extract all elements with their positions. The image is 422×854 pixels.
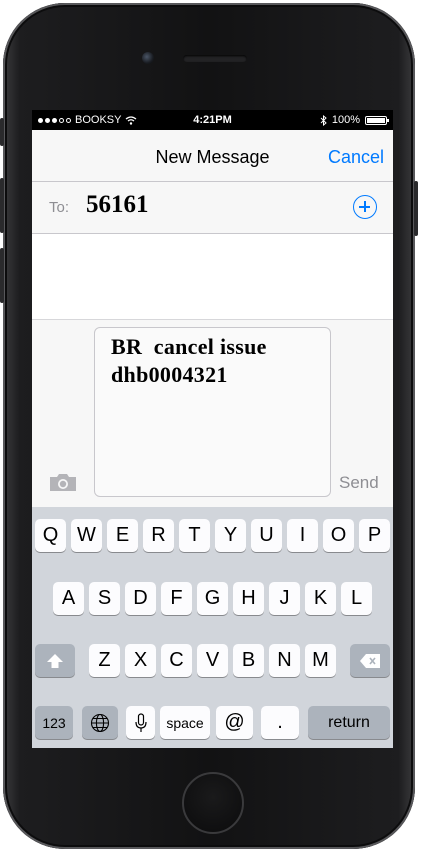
message-input[interactable]: BR cancel issue dhb0004321 <box>94 327 331 497</box>
at-key[interactable]: @ <box>216 706 253 739</box>
recipient-label: To: <box>49 199 70 216</box>
key-o[interactable]: O <box>323 519 354 552</box>
key-l[interactable]: L <box>341 582 372 615</box>
globe-key[interactable] <box>82 706 118 739</box>
key-c[interactable]: C <box>161 644 192 677</box>
battery-icon <box>365 115 389 125</box>
status-right: 100% <box>320 114 389 126</box>
battery-fill <box>367 117 385 123</box>
key-x[interactable]: X <box>125 644 156 677</box>
volume-down-button <box>0 248 4 303</box>
key-a[interactable]: A <box>53 582 84 615</box>
key-h[interactable]: H <box>233 582 264 615</box>
key-p[interactable]: P <box>359 519 390 552</box>
camera-icon[interactable] <box>48 472 78 492</box>
key-i[interactable]: I <box>287 519 318 552</box>
key-d[interactable]: D <box>125 582 156 615</box>
delete-icon <box>360 653 380 668</box>
key-w[interactable]: W <box>71 519 102 552</box>
delete-key[interactable] <box>350 644 390 677</box>
key-e[interactable]: E <box>107 519 138 552</box>
space-key[interactable]: space <box>160 706 210 739</box>
recipient-field[interactable]: 56161 <box>86 191 149 219</box>
earpiece-speaker <box>183 55 247 62</box>
message-thread <box>32 234 393 319</box>
plus-circle-icon[interactable] <box>353 195 377 219</box>
key-k[interactable]: K <box>305 582 336 615</box>
return-key[interactable]: return <box>308 706 390 739</box>
key-u[interactable]: U <box>251 519 282 552</box>
key-y[interactable]: Y <box>215 519 246 552</box>
key-n[interactable]: N <box>269 644 300 677</box>
mute-switch <box>0 118 4 146</box>
key-z[interactable]: Z <box>89 644 120 677</box>
microphone-icon <box>134 712 147 732</box>
recipient-row[interactable]: To: 56161 <box>32 182 393 234</box>
volume-up-button <box>0 178 4 233</box>
key-g[interactable]: G <box>197 582 228 615</box>
key-r[interactable]: R <box>143 519 174 552</box>
numbers-key[interactable]: 123 <box>35 706 73 739</box>
cancel-button[interactable]: Cancel <box>328 147 384 168</box>
phone-body: BOOKSY 4:21PM 100% New Message Cancel To… <box>0 3 418 849</box>
key-t[interactable]: T <box>179 519 210 552</box>
key-v[interactable]: V <box>197 644 228 677</box>
battery-percent: 100% <box>331 114 360 126</box>
front-camera <box>142 52 154 64</box>
power-button <box>414 181 418 236</box>
key-j[interactable]: J <box>269 582 300 615</box>
key-f[interactable]: F <box>161 582 192 615</box>
shift-key[interactable] <box>35 644 75 677</box>
status-bar: BOOKSY 4:21PM 100% <box>32 110 393 130</box>
compose-bar: BR cancel issue dhb0004321 Send <box>32 319 393 507</box>
navigation-bar: New Message Cancel <box>32 130 393 182</box>
period-key[interactable]: . <box>261 706 299 739</box>
key-b[interactable]: B <box>233 644 264 677</box>
message-text: BR cancel issue dhb0004321 <box>111 334 267 387</box>
shift-icon <box>47 653 63 668</box>
home-button[interactable] <box>182 772 244 834</box>
dictation-key[interactable] <box>126 706 155 739</box>
globe-icon <box>90 713 110 732</box>
key-q[interactable]: Q <box>35 519 66 552</box>
send-button[interactable]: Send <box>339 473 379 493</box>
key-m[interactable]: M <box>305 644 336 677</box>
bluetooth-icon <box>320 114 327 126</box>
key-s[interactable]: S <box>89 582 120 615</box>
keyboard: Q W E R T Y U I O P A S D F G H J K L Z … <box>32 507 393 748</box>
screen: BOOKSY 4:21PM 100% New Message Cancel To… <box>32 110 393 748</box>
